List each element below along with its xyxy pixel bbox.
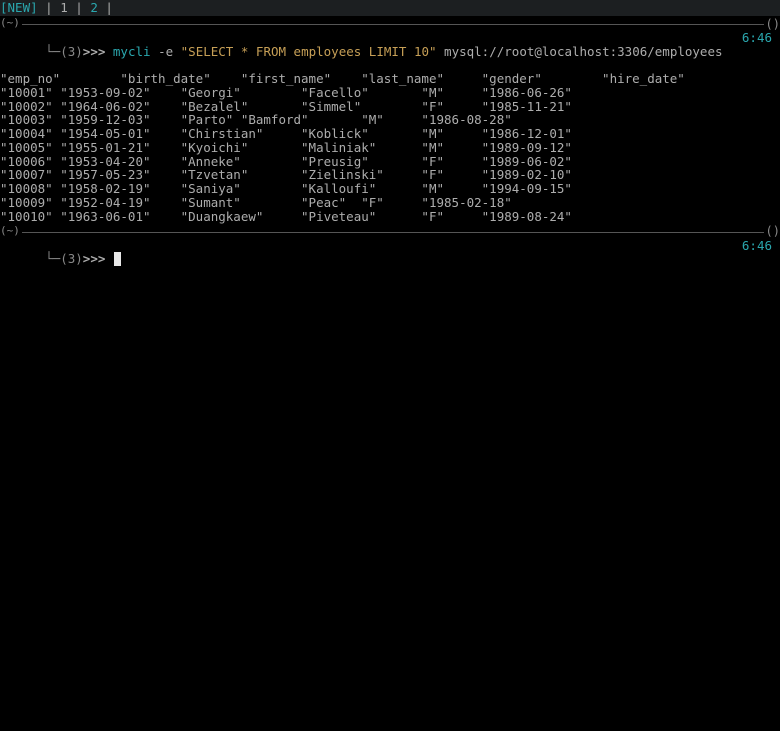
time-1: 6:46: [742, 31, 780, 45]
command-block-1: (~) () └─(3)>>> mycli -e "SELECT * FROM …: [0, 18, 780, 224]
output-headers: "emp_no" "birth_date" "first_name" "last…: [0, 72, 780, 86]
output-row: "10002" "1964-06-02" "Bezalel" "Simmel" …: [0, 100, 780, 114]
output-row: "10004" "1954-05-01" "Chirstian" "Koblic…: [0, 127, 780, 141]
command-name[interactable]: mycli: [113, 44, 151, 59]
prompt-bracket-2: └─: [45, 251, 60, 266]
status-sep2: |: [68, 0, 91, 15]
command-block-2: (~) () └─(3)>>> 6:46: [0, 225, 780, 280]
divider-top-2: (~) (): [0, 225, 780, 238]
prompt-row-1: └─(3)>>> mycli -e "SELECT * FROM employe…: [0, 31, 780, 72]
prompt-num-1: (3): [60, 44, 83, 59]
prompt-tilde-2: (~): [0, 225, 20, 237]
output-row: "10003" "1959-12-03" "Parto" "Bamford" "…: [0, 113, 780, 127]
prompt-row-2: └─(3)>>> 6:46: [0, 239, 780, 281]
status-sep: |: [38, 0, 61, 15]
cursor-icon[interactable]: [114, 252, 121, 266]
prompt-angles-2: >>>: [83, 251, 113, 266]
prompt-angles-1: >>>: [83, 44, 113, 59]
prompt-tilde-1: (~): [0, 17, 20, 29]
output-row: "10008" "1958-02-19" "Saniya" "Kalloufi"…: [0, 182, 780, 196]
prompt-bracket-1: └─: [45, 44, 60, 59]
output-row: "10010" "1963-06-01" "Duangkaew" "Pivete…: [0, 210, 780, 224]
output-row: "10005" "1955-01-21" "Kyoichi" "Maliniak…: [0, 141, 780, 155]
output-rows: "10001" "1953-09-02" "Georgi" "Facello" …: [0, 86, 780, 224]
output-row: "10007" "1957-05-23" "Tzvetan" "Zielinsk…: [0, 168, 780, 182]
output-row: "10009" "1952-04-19" "Sumant" "Peac" "F"…: [0, 196, 780, 210]
status-bar: [NEW] | 1 | 2 |: [0, 0, 780, 16]
command-uri[interactable]: mysql://root@localhost:3306/employees: [437, 44, 723, 59]
tab-2[interactable]: 2: [90, 0, 98, 15]
prompt-num-2: (3): [60, 251, 83, 266]
status-new-label: [NEW]: [0, 0, 38, 15]
command-query[interactable]: "SELECT * FROM employees LIMIT 10": [181, 44, 437, 59]
command-flag[interactable]: -e: [151, 44, 181, 59]
tab-1[interactable]: 1: [60, 0, 68, 15]
status-trail: |: [98, 0, 113, 15]
time-2: 6:46: [742, 239, 780, 253]
output-row: "10006" "1953-04-20" "Anneke" "Preusig" …: [0, 155, 780, 169]
output-row: "10001" "1953-09-02" "Georgi" "Facello" …: [0, 86, 780, 100]
divider-top-1: (~) (): [0, 18, 780, 31]
